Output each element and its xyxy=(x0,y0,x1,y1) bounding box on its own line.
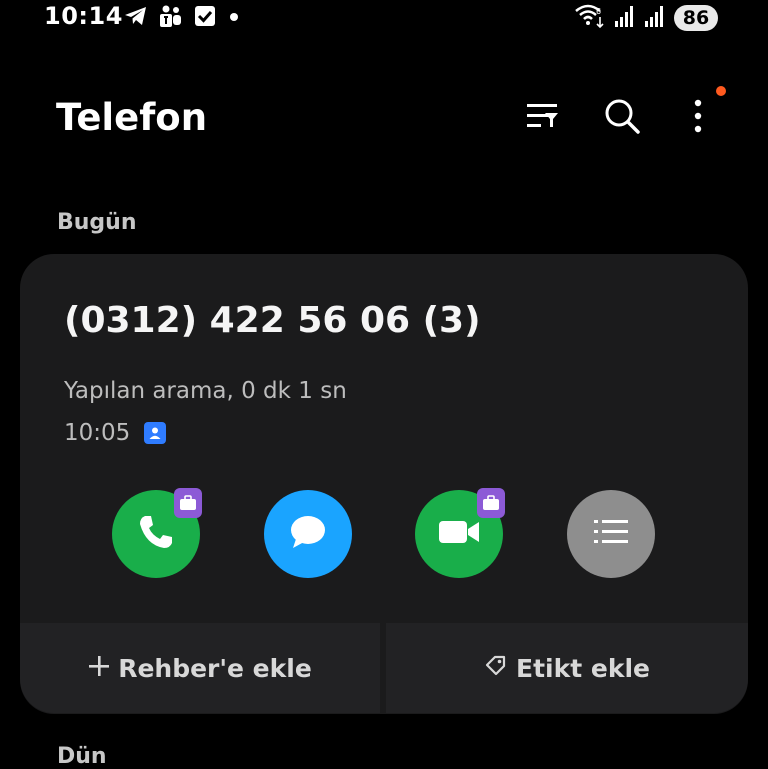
checkbox-icon xyxy=(194,5,216,31)
message-button[interactable] xyxy=(264,490,352,578)
filter-icon xyxy=(525,101,559,135)
phone-icon xyxy=(136,512,176,556)
add-to-contacts-label: Rehber'e ekle xyxy=(118,653,312,683)
status-icons-left xyxy=(124,4,242,32)
work-profile-badge-icon xyxy=(477,488,505,518)
message-icon xyxy=(288,513,328,555)
teams-icon xyxy=(158,4,184,32)
phone-number: (0312) 422 56 06 (3) xyxy=(64,300,481,341)
signal-icon xyxy=(614,4,636,32)
plus-icon xyxy=(88,654,110,683)
telegram-icon xyxy=(124,5,148,31)
signal-icon xyxy=(644,4,666,32)
status-bar: 10:14 6 86 xyxy=(0,0,768,34)
work-profile-badge-icon xyxy=(174,488,202,518)
tag-icon xyxy=(484,653,508,683)
details-button[interactable] xyxy=(567,490,655,578)
section-label-today: Bugün xyxy=(57,210,137,235)
call-log-card: (0312) 422 56 06 (3) Yapılan arama, 0 dk… xyxy=(20,254,748,714)
add-tag-button[interactable]: Etikt ekle xyxy=(386,623,748,713)
more-options-button[interactable] xyxy=(676,96,720,140)
svg-text:6: 6 xyxy=(596,7,601,16)
call-time-row: 10:05 xyxy=(64,420,167,446)
page-title: Telefon xyxy=(56,96,208,139)
notification-dot xyxy=(716,86,726,96)
status-icons-right: 6 86 xyxy=(574,3,718,33)
more-vertical-icon xyxy=(693,99,703,137)
add-to-contacts-button[interactable]: Rehber'e ekle xyxy=(20,623,380,713)
list-icon xyxy=(591,516,631,552)
video-icon xyxy=(437,517,481,551)
app-header: Telefon xyxy=(0,80,768,152)
contact-icon xyxy=(144,422,167,444)
call-description: Yapılan arama, 0 dk 1 sn xyxy=(64,378,347,404)
search-button[interactable] xyxy=(600,96,644,140)
call-time: 10:05 xyxy=(64,420,131,446)
search-icon xyxy=(603,97,641,139)
card-bottom-actions: Rehber'e ekle Etikt ekle xyxy=(20,620,748,714)
call-button[interactable] xyxy=(112,488,202,578)
wifi-icon: 6 xyxy=(574,3,606,33)
section-label-yesterday: Dün xyxy=(57,744,107,769)
dot-icon xyxy=(226,5,242,31)
battery-level: 86 xyxy=(674,5,718,31)
add-tag-label: Etikt ekle xyxy=(516,653,650,683)
status-time: 10:14 xyxy=(44,2,123,30)
filter-button[interactable] xyxy=(520,96,564,140)
video-call-button[interactable] xyxy=(415,488,505,578)
